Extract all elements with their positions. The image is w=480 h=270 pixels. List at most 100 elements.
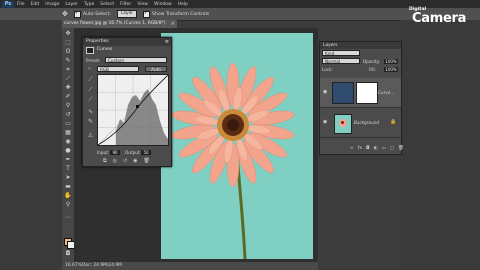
adjustment-icon[interactable]: ◐ bbox=[374, 146, 378, 151]
lasso-tool-icon[interactable]: ʘ bbox=[64, 48, 72, 56]
curve-point-tool-icon[interactable]: ∿ bbox=[87, 108, 94, 115]
layer-row-curves[interactable]: ◉ Curve... bbox=[320, 78, 401, 108]
menu-select[interactable]: Select bbox=[97, 2, 117, 7]
blend-mode-value: Normal bbox=[325, 59, 341, 64]
eye-icon[interactable]: ◉ bbox=[323, 89, 327, 95]
quick-select-tool-icon[interactable]: ✎ bbox=[64, 57, 72, 65]
menu-image[interactable]: Image bbox=[42, 2, 62, 7]
visibility-icon[interactable]: ◉ bbox=[133, 158, 137, 164]
menu-window[interactable]: Window bbox=[151, 2, 175, 7]
auto-button[interactable]: Auto bbox=[145, 66, 167, 72]
hand-tool-icon[interactable]: ✋ bbox=[64, 192, 72, 200]
opacity-label: Opacity: bbox=[363, 59, 381, 64]
type-tool-icon[interactable]: T bbox=[64, 165, 72, 173]
pen-tool-icon[interactable]: ✒ bbox=[64, 156, 72, 164]
brush-tool-icon[interactable]: ✐ bbox=[64, 93, 72, 101]
curves-tab-label: Curves bbox=[97, 47, 113, 52]
menu-help[interactable]: Help bbox=[175, 2, 191, 7]
mask-icon[interactable]: ◘ bbox=[366, 146, 370, 151]
crop-tool-icon[interactable]: ⌗ bbox=[64, 66, 72, 74]
blur-tool-icon[interactable]: ◉ bbox=[64, 138, 72, 146]
clip-to-layer-icon[interactable]: ⧉ bbox=[103, 158, 107, 164]
curves-graph[interactable] bbox=[97, 74, 169, 146]
close-icon[interactable]: × bbox=[171, 20, 175, 28]
gradient-tool-icon[interactable]: ▦ bbox=[64, 129, 72, 137]
auto-select-value[interactable]: Layer bbox=[117, 10, 137, 18]
preset-dropdown[interactable]: Custom bbox=[105, 57, 167, 63]
marquee-tool-icon[interactable]: ⬚ bbox=[64, 39, 72, 47]
eyedropper-tool-icon[interactable]: ⟋ bbox=[64, 75, 72, 83]
quick-mask-icon[interactable]: ◘ bbox=[64, 250, 72, 258]
move-tool-icon[interactable]: ✥ bbox=[62, 10, 68, 18]
fill-field[interactable]: 100% bbox=[384, 67, 398, 72]
eraser-tool-icon[interactable]: ▭ bbox=[64, 120, 72, 128]
properties-header[interactable]: Properties ≡ bbox=[83, 38, 171, 46]
eye-icon[interactable]: ◉ bbox=[323, 119, 327, 125]
reset-icon[interactable]: ↺ bbox=[123, 158, 127, 164]
extra-tools-icon[interactable]: ⋯ bbox=[64, 214, 72, 222]
output-field[interactable]: 50 bbox=[141, 150, 151, 155]
layer-row-background[interactable]: ◉ Background 🔒 bbox=[320, 108, 401, 138]
clone-stamp-tool-icon[interactable]: ⚲ bbox=[64, 102, 72, 110]
link-icon[interactable]: ∞ bbox=[350, 146, 354, 151]
background-thumbnail bbox=[334, 114, 352, 134]
input-label: Input: bbox=[97, 150, 110, 155]
pencil-tool-icon[interactable]: ✎ bbox=[87, 118, 94, 125]
curves-tab: Curves bbox=[83, 46, 112, 54]
document-title: curves flower.jpg @ 16.7% (Curves 1, RGB… bbox=[64, 21, 166, 26]
menu-view[interactable]: View bbox=[134, 2, 151, 7]
input-field[interactable]: 90 bbox=[110, 150, 120, 155]
show-transform-checkbox[interactable] bbox=[143, 10, 150, 18]
layers-header[interactable]: Layers bbox=[320, 42, 401, 49]
zoom-tool-icon[interactable]: ⚲ bbox=[64, 201, 72, 209]
auto-select-dropdown[interactable]: Layer bbox=[117, 10, 137, 18]
blend-mode-dropdown[interactable]: Normal bbox=[322, 58, 360, 64]
opacity-field[interactable]: 100% bbox=[384, 59, 398, 64]
move-tool-icon[interactable]: ✥ bbox=[64, 30, 72, 38]
channel-value: RGB bbox=[100, 67, 110, 72]
properties-panel: Properties ≡ Curves Preset: Custom ☜ RGB… bbox=[82, 37, 172, 167]
hand-adjust-icon[interactable]: ☜ bbox=[87, 66, 91, 72]
show-transform-label: Show Transform Controls bbox=[152, 11, 210, 17]
menu-type[interactable]: Type bbox=[81, 2, 97, 7]
menu-layer[interactable]: Layer bbox=[62, 2, 81, 7]
dodge-tool-icon[interactable]: ● bbox=[64, 147, 72, 155]
layer-name[interactable]: Curve... bbox=[378, 90, 394, 95]
menu-edit[interactable]: Edit bbox=[28, 2, 43, 7]
fx-icon[interactable]: fx bbox=[358, 146, 362, 151]
layer-name[interactable]: Background bbox=[354, 120, 379, 125]
new-layer-icon[interactable]: ▢ bbox=[390, 146, 394, 151]
kind-filter-dropdown[interactable]: Kind bbox=[322, 50, 360, 56]
document-tab[interactable]: curves flower.jpg @ 16.7% (Curves 1, RGB… bbox=[62, 20, 177, 28]
folder-icon[interactable]: ▭ bbox=[382, 146, 386, 151]
delete-icon[interactable]: 🗑 bbox=[398, 146, 404, 151]
history-brush-tool-icon[interactable]: ↺ bbox=[64, 111, 72, 119]
shape-tool-icon[interactable]: ▬ bbox=[64, 183, 72, 191]
show-transform-option[interactable]: Show Transform Controls bbox=[143, 10, 210, 18]
output-label: Output: bbox=[125, 150, 141, 155]
menu-bar: Ps File Edit Image Layer Type Select Fil… bbox=[0, 0, 480, 8]
menu-file[interactable]: File bbox=[14, 2, 28, 7]
delete-icon[interactable]: 🗑 bbox=[144, 158, 150, 164]
properties-title: Properties bbox=[86, 39, 109, 44]
gray-point-eyedropper-icon[interactable]: ⟋ bbox=[87, 86, 94, 93]
auto-select-checkbox[interactable] bbox=[73, 10, 81, 18]
flower-image[interactable] bbox=[161, 33, 313, 259]
auto-select-option[interactable]: Auto-Select: bbox=[73, 10, 111, 18]
clipping-warning-icon[interactable]: ⚠ bbox=[87, 132, 94, 139]
zoom-level[interactable]: 16.67% bbox=[65, 262, 82, 270]
healing-brush-tool-icon[interactable]: ✚ bbox=[64, 84, 72, 92]
flower-illustration bbox=[161, 33, 313, 259]
status-bar: 16.67% Doc: 24.9M/24.9M bbox=[62, 262, 318, 270]
path-selection-tool-icon[interactable]: ➤ bbox=[64, 174, 72, 182]
properties-footer: ⧉ ◎ ↺ ◉ 🗑 bbox=[103, 158, 167, 164]
menu-filter[interactable]: Filter bbox=[117, 2, 134, 7]
panel-menu-icon[interactable]: ≡ bbox=[165, 38, 169, 46]
white-point-eyedropper-icon[interactable]: ⟋ bbox=[87, 96, 94, 103]
black-point-eyedropper-icon[interactable]: ⟋ bbox=[87, 76, 94, 83]
view-previous-icon[interactable]: ◎ bbox=[113, 158, 117, 164]
curves-adjustment-thumb-icon bbox=[332, 82, 354, 104]
channel-dropdown[interactable]: RGB bbox=[97, 66, 139, 72]
preset-label: Preset: bbox=[86, 58, 101, 63]
layer-mask-thumbnail[interactable] bbox=[356, 82, 378, 104]
